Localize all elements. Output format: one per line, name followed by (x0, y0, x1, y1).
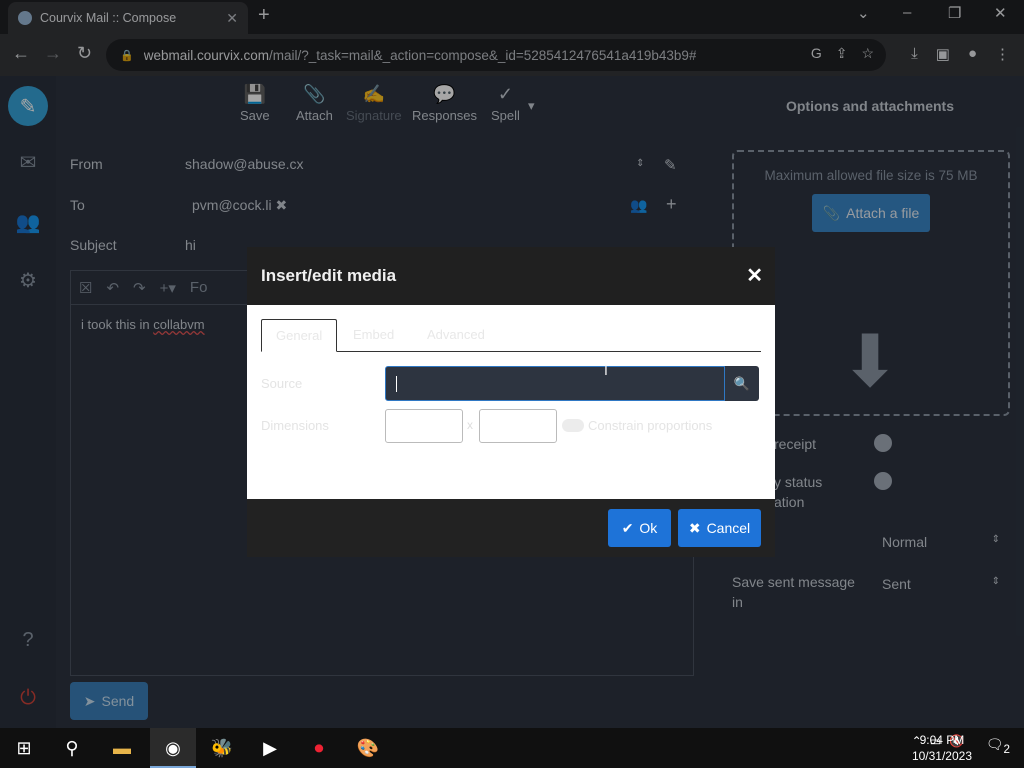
dimension-times: x (467, 418, 473, 432)
cancel-button[interactable]: ✖ Cancel (678, 509, 761, 547)
file-explorer-icon[interactable]: ▬ (108, 734, 136, 762)
constrain-label: Constrain proportions (588, 418, 713, 433)
tab-embed[interactable]: Embed (339, 319, 408, 352)
source-input[interactable] (385, 366, 725, 401)
chrome-icon[interactable]: ◉ (159, 734, 187, 762)
windows-taskbar: ⊞ ⚲ ▬ ◉ 🐝 ▶ ⏺ 🎨 ⌃ ▭ 🔇 9:04 PM 10/31/2023… (0, 728, 1024, 768)
bee-app-icon[interactable]: 🐝 (208, 734, 236, 762)
media-player-icon[interactable]: ▶ (256, 734, 284, 762)
source-label: Source (261, 376, 303, 391)
insert-media-dialog: Insert/edit media ✕ General Embed Advanc… (247, 247, 775, 557)
notifications-icon[interactable]: 🗨2 (986, 736, 1010, 756)
text-cursor-icon: I (604, 362, 608, 378)
dialog-tabs: General Embed Advanced (261, 319, 761, 352)
constrain-toggle[interactable] (562, 419, 584, 432)
dimensions-label: Dimensions (261, 418, 329, 433)
close-x-icon: ✖ (688, 519, 701, 536)
dialog-title: Insert/edit media (261, 266, 397, 285)
width-input[interactable] (385, 409, 463, 443)
close-icon[interactable]: ✕ (746, 263, 763, 288)
search-icon[interactable]: ⚲ (58, 734, 86, 762)
height-input[interactable] (479, 409, 557, 443)
dialog-body: General Embed Advanced Source 🔍 Dimensio… (247, 305, 775, 499)
dialog-footer: ✔ Ok ✖ Cancel (247, 499, 775, 557)
tab-general[interactable]: General (261, 319, 338, 352)
windows-start-icon[interactable]: ⊞ (10, 734, 38, 762)
dialog-header: Insert/edit media ✕ (247, 247, 775, 305)
paint-app-icon[interactable]: 🎨 (354, 734, 382, 762)
record-icon[interactable]: ⏺ (305, 734, 333, 762)
tab-advanced[interactable]: Advanced (413, 319, 499, 352)
browse-media-icon[interactable]: 🔍 (725, 366, 759, 401)
ok-button[interactable]: ✔ Ok (608, 509, 671, 547)
clock[interactable]: 9:04 PM 10/31/2023 (912, 732, 972, 764)
checkmark-icon: ✔ (621, 519, 634, 536)
